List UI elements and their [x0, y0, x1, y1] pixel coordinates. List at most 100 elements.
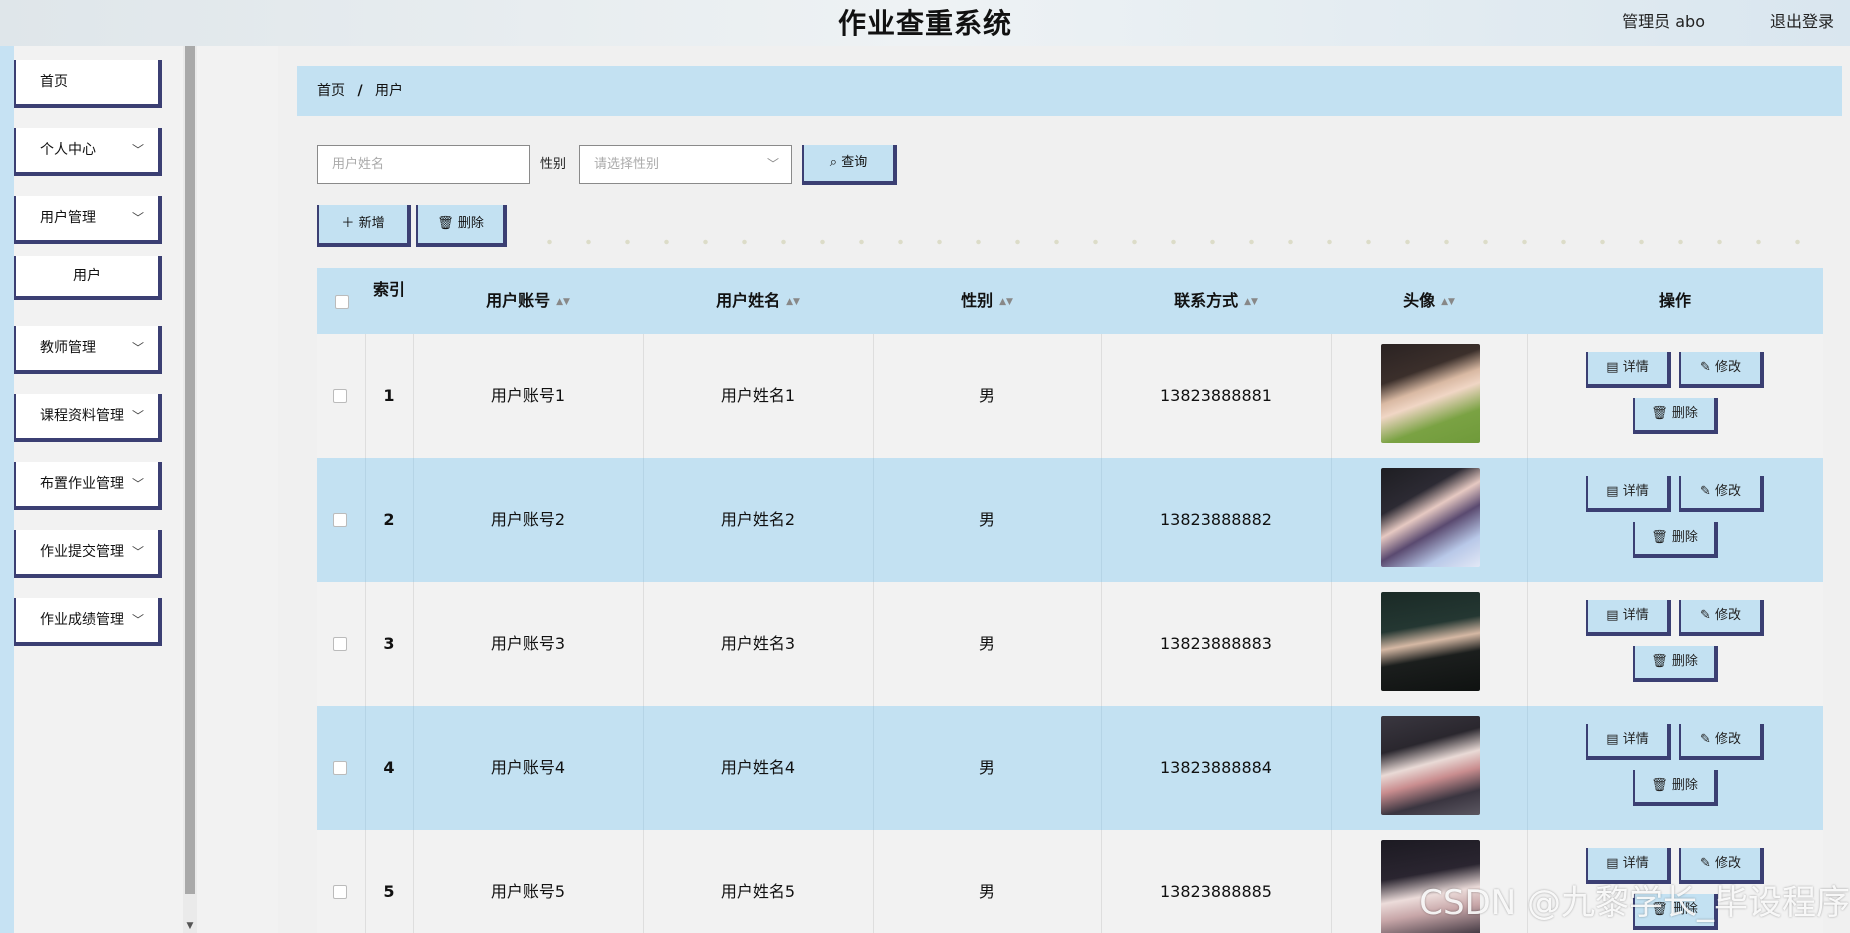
detail-button-label: 详情	[1622, 360, 1649, 375]
delete-button[interactable]: 🗑 删除	[1633, 646, 1718, 682]
sort-icon[interactable]: ▲▼	[786, 297, 800, 307]
avatar	[1381, 468, 1480, 567]
table-row: 3 用户账号3 用户姓名3 男 13823888883 ▤ 详情 ✎ 修改 🗑 …	[317, 582, 1823, 706]
row-gender: 男	[978, 758, 995, 777]
row-account: 用户账号1	[490, 386, 566, 405]
detail-button[interactable]: ▤ 详情	[1586, 600, 1671, 636]
sidebar-item-teacher-management[interactable]: 教师管理 ﹀	[14, 326, 162, 374]
sidebar-item-label: 用户管理	[40, 210, 96, 226]
row-gender: 男	[978, 510, 995, 529]
sort-icon[interactable]: ▲▼	[1244, 297, 1258, 307]
sidebar-item-course-material-management[interactable]: 课程资料管理 ﹀	[14, 394, 162, 442]
edit-button-label: 修改	[1715, 360, 1742, 375]
trash-icon: 🗑	[1651, 406, 1672, 421]
sidebar-item-label: 作业成绩管理	[40, 612, 124, 628]
row-account: 用户账号3	[490, 634, 566, 653]
detail-button[interactable]: ▤ 详情	[1586, 724, 1671, 760]
sidebar-item-home[interactable]: 首页	[14, 60, 162, 108]
sidebar-item-assignment-management[interactable]: 布置作业管理 ﹀	[14, 462, 162, 510]
row-phone: 13823888883	[1160, 634, 1272, 653]
trash-icon: 🗑	[1651, 530, 1672, 545]
row-index: 2	[383, 510, 395, 529]
header-gender[interactable]: 性别 ▲▼	[873, 268, 1101, 334]
detail-button-label: 详情	[1622, 608, 1649, 623]
sidebar-item-label: 布置作业管理	[40, 476, 124, 492]
user-name-search-input[interactable]: 用户姓名	[317, 145, 530, 184]
trash-icon: 🗑	[437, 216, 454, 231]
detail-button-label: 详情	[1622, 484, 1649, 499]
header-phone[interactable]: 联系方式 ▲▼	[1101, 268, 1331, 334]
header-index: 索引	[372, 280, 405, 299]
delete-button-label: 删除	[1671, 654, 1698, 669]
add-button[interactable]: ＋ 新增	[317, 205, 411, 247]
detail-button[interactable]: ▤ 详情	[1586, 352, 1671, 388]
header-actions: 操作	[1658, 291, 1691, 310]
gender-filter-label: 性别	[540, 157, 567, 172]
delete-button-label: 删除	[1671, 530, 1698, 545]
pencil-icon: ✎	[1699, 608, 1715, 623]
query-button[interactable]: ⌕ 查询	[802, 145, 897, 185]
row-index: 1	[383, 386, 395, 405]
sidebar-item-user-management[interactable]: 用户管理 ﹀	[14, 196, 162, 244]
sort-icon[interactable]: ▲▼	[1441, 297, 1455, 307]
sidebar-item-label: 课程资料管理	[40, 408, 124, 424]
detail-button-label: 详情	[1622, 856, 1649, 871]
batch-delete-button[interactable]: 🗑 删除	[416, 205, 507, 247]
scroll-down-arrow-icon[interactable]: ▼	[185, 921, 195, 931]
delete-button[interactable]: 🗑 删除	[1633, 398, 1718, 434]
row-checkbox[interactable]	[333, 885, 347, 899]
row-phone: 13823888882	[1160, 510, 1272, 529]
header-avatar-label: 头像	[1403, 291, 1436, 310]
sidebar-item-label: 教师管理	[40, 340, 96, 356]
header-name[interactable]: 用户姓名 ▲▼	[643, 268, 873, 334]
delete-button[interactable]: 🗑 删除	[1633, 522, 1718, 558]
edit-button[interactable]: ✎ 修改	[1679, 352, 1764, 388]
scrollbar-thumb[interactable]	[185, 46, 195, 894]
delete-button-label: 删除	[457, 216, 484, 231]
delete-button[interactable]: 🗑 删除	[1633, 770, 1718, 806]
pencil-icon: ✎	[1699, 484, 1715, 499]
sidebar-item-users[interactable]: 用户	[14, 256, 162, 300]
detail-button-label: 详情	[1622, 732, 1649, 747]
edit-button[interactable]: ✎ 修改	[1679, 600, 1764, 636]
document-icon: ▤	[1606, 360, 1623, 375]
header-name-label: 用户姓名	[716, 291, 781, 310]
row-name: 用户姓名2	[720, 510, 796, 529]
logout-link[interactable]: 退出登录	[1770, 8, 1834, 32]
search-icon: ⌕	[829, 155, 838, 170]
gender-select[interactable]: 请选择性别 ﹀	[579, 145, 792, 184]
sort-icon[interactable]: ▲▼	[999, 297, 1013, 307]
breadcrumb-current: 用户	[375, 83, 404, 99]
row-phone: 13823888885	[1160, 882, 1272, 901]
row-account: 用户账号2	[490, 510, 566, 529]
edit-button[interactable]: ✎ 修改	[1679, 476, 1764, 512]
header-account[interactable]: 用户账号 ▲▼	[413, 268, 643, 334]
sidebar-item-submission-management[interactable]: 作业提交管理 ﹀	[14, 530, 162, 578]
row-checkbox[interactable]	[333, 637, 347, 651]
add-button-label: 新增	[358, 216, 385, 231]
row-checkbox[interactable]	[333, 389, 347, 403]
sidebar-item-label: 个人中心	[40, 142, 96, 158]
query-button-label: 查询	[841, 155, 868, 170]
breadcrumb-separator: /	[357, 83, 363, 99]
row-checkbox[interactable]	[333, 761, 347, 775]
document-icon: ▤	[1606, 608, 1623, 623]
sidebar-scrollbar[interactable]: ▼	[183, 46, 197, 933]
top-header: 作业查重系统 管理员 abo 退出登录	[0, 0, 1850, 46]
header-avatar[interactable]: 头像 ▲▼	[1331, 268, 1527, 334]
sidebar-item-grade-management[interactable]: 作业成绩管理 ﹀	[14, 598, 162, 646]
table-row: 1 用户账号1 用户姓名1 男 13823888881 ▤ 详情 ✎ 修改 🗑 …	[317, 334, 1823, 458]
row-checkbox[interactable]	[333, 513, 347, 527]
breadcrumb-home[interactable]: 首页	[317, 83, 345, 99]
chevron-down-icon: ﹀	[131, 409, 144, 423]
row-index: 3	[383, 634, 395, 653]
sidebar-edge	[0, 46, 14, 933]
select-all-checkbox[interactable]	[335, 295, 349, 309]
sidebar-item-personal-center[interactable]: 个人中心 ﹀	[14, 128, 162, 176]
sort-icon[interactable]: ▲▼	[556, 297, 570, 307]
detail-button[interactable]: ▤ 详情	[1586, 476, 1671, 512]
pencil-icon: ✎	[1699, 360, 1715, 375]
gender-select-placeholder: 请选择性别	[594, 157, 660, 172]
edit-button[interactable]: ✎ 修改	[1679, 724, 1764, 760]
breadcrumb: 首页 / 用户	[297, 66, 1842, 116]
